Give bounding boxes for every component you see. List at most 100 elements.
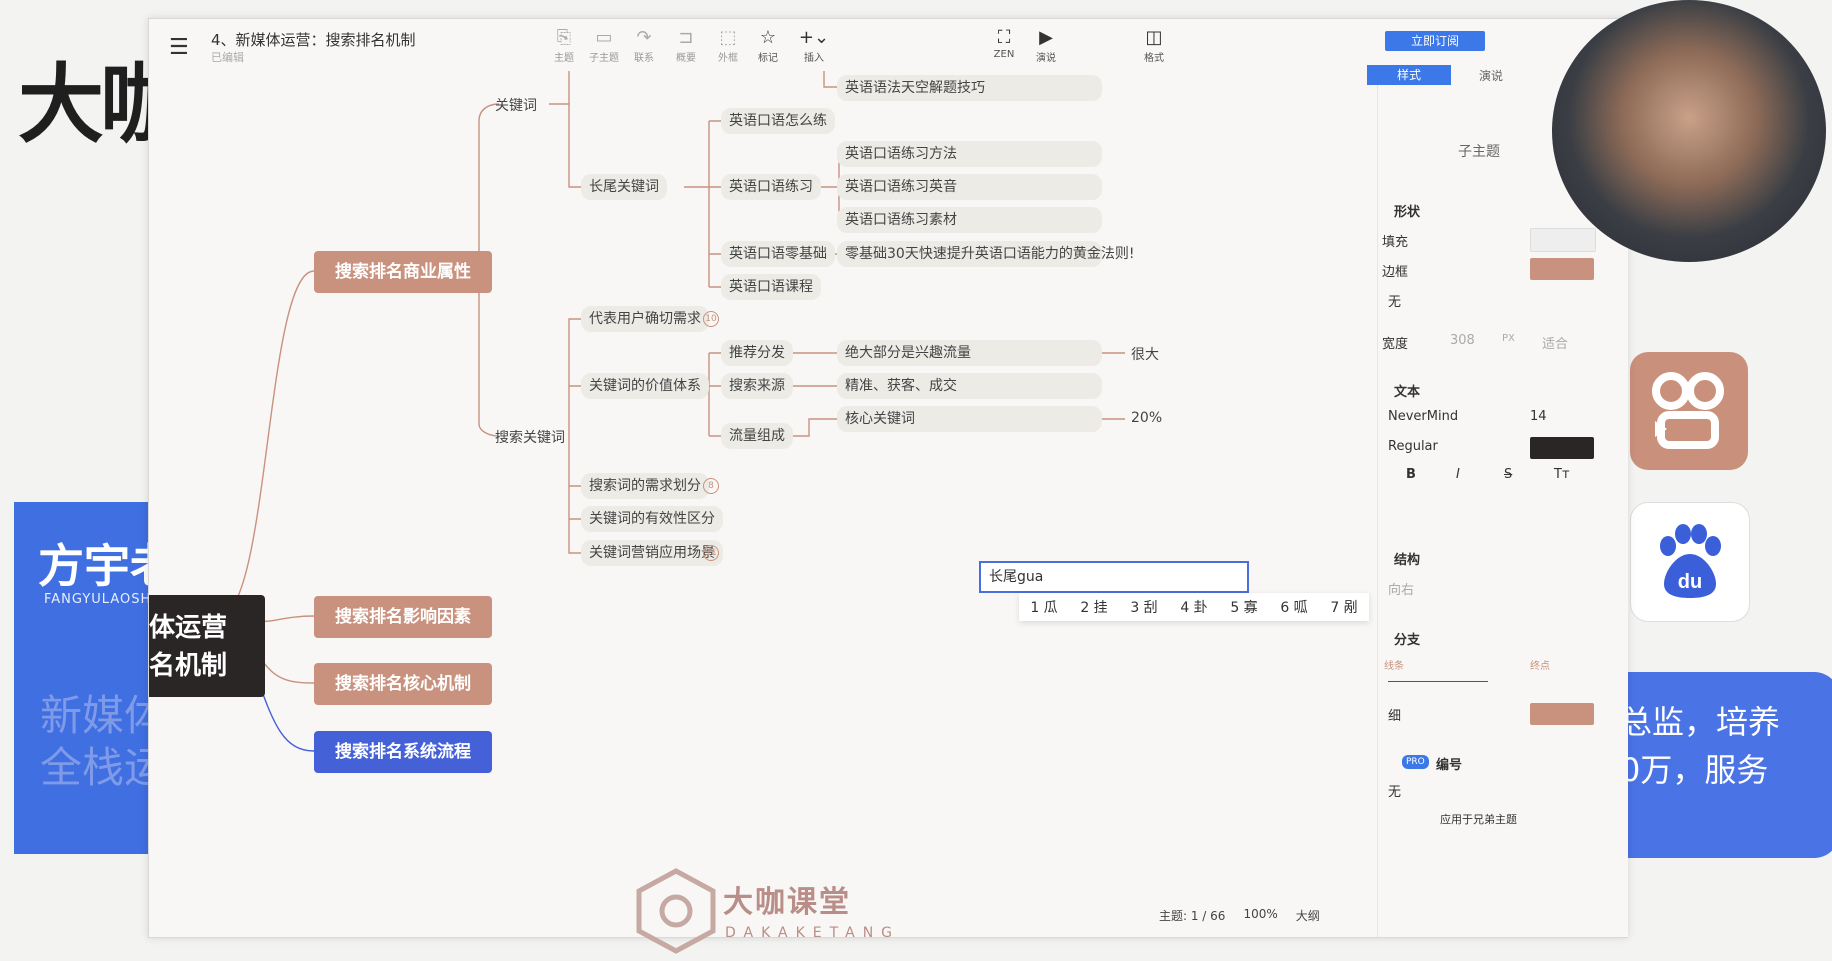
italic-button[interactable]: I: [1456, 467, 1460, 482]
ime-candidate[interactable]: 3 刮: [1119, 597, 1169, 617]
toolbar-insert-button[interactable]: +⌄ 插入: [791, 27, 837, 64]
topic-speak-zero[interactable]: 英语口语零基础: [721, 241, 835, 267]
teacher-pinyin: FANGYULAOSHI: [44, 592, 157, 607]
fill-label: 填充: [1382, 235, 1409, 250]
strike-button[interactable]: S: [1504, 467, 1512, 482]
document-status: 已编辑: [211, 51, 244, 64]
toolbar-pitch-button[interactable]: ▶ 演说: [1023, 27, 1069, 64]
topic-practice-method[interactable]: 英语口语练习方法: [837, 141, 1102, 167]
tab-style[interactable]: 样式: [1367, 65, 1451, 85]
topic-need-division[interactable]: 搜索词的需求划分: [581, 473, 709, 499]
topic-keyword[interactable]: 关键词: [495, 95, 537, 115]
root-topic[interactable]: 体运营 名机制: [149, 595, 265, 697]
border-color-swatch[interactable]: [1530, 258, 1594, 280]
watermark-brand: 大咖课堂: [723, 885, 851, 920]
topic-golden-rule[interactable]: 零基础30天快速提升英语口语能力的黄金法则!: [837, 241, 1134, 267]
text-case-button[interactable]: Tт: [1554, 467, 1570, 482]
ime-candidate[interactable]: 2 挂: [1069, 597, 1119, 617]
numbering-select[interactable]: 无: [1388, 781, 1401, 800]
toolbar-summary-button[interactable]: ⊐ 概要: [663, 27, 709, 64]
width-label: 宽度: [1382, 337, 1409, 352]
baidu-logo-icon: du: [1630, 502, 1750, 622]
zoom-level[interactable]: 100%: [1243, 907, 1277, 924]
play-icon: ▶: [1039, 27, 1053, 48]
topic-grammar-tips[interactable]: 英语语法天空解题技巧: [837, 75, 1102, 101]
topic-recommend[interactable]: 推荐分发: [721, 340, 793, 366]
topic-speak-how[interactable]: 英语口语怎么练: [721, 108, 835, 134]
collapsed-count-badge[interactable]: 11: [703, 545, 719, 561]
topic-marketing[interactable]: 关键词营销应用场景: [581, 540, 723, 566]
text-section-title[interactable]: 文本: [1394, 381, 1420, 400]
topic-speak-course[interactable]: 英语口语课程: [721, 274, 821, 300]
status-bar: 主题: 1 / 66 100% 大纲: [1159, 907, 1320, 924]
apply-siblings-option[interactable]: 应用于兄弟主题: [1440, 811, 1517, 827]
pro-badge: PRO: [1402, 755, 1429, 769]
topic-precise[interactable]: 精准、获客、成交: [837, 373, 1102, 399]
text-color-swatch[interactable]: [1530, 437, 1594, 459]
ime-candidate[interactable]: 6 呱: [1269, 597, 1319, 617]
mindmap-app-window: ☰ 4、新媒体运营：搜索排名机制 已编辑 ⎘ 主题 ▭ 子主题 ↷ 联系 ⊐ 概要 ⬚ 外…: [148, 18, 1628, 954]
font-size-select[interactable]: 14: [1530, 409, 1547, 424]
branch-factors[interactable]: 搜索排名影响因素: [314, 596, 492, 638]
subtopic-style-label: 子主题: [1458, 144, 1500, 160]
mindmap-canvas[interactable]: 体运营 名机制 搜索排名商业属性 搜索排名影响因素 搜索排名核心机制 搜索排名系…: [149, 71, 1377, 954]
numbering-section-title[interactable]: 编号: [1436, 754, 1462, 773]
topic-traffic[interactable]: 流量组成: [721, 423, 793, 449]
topic-count: 主题: 1 / 66: [1159, 909, 1226, 923]
structure-section-title[interactable]: 结构: [1394, 549, 1420, 568]
line-style-select[interactable]: [1388, 681, 1488, 682]
branch-commercial[interactable]: 搜索排名商业属性: [314, 251, 492, 293]
svg-text:du: du: [1678, 571, 1702, 593]
border-style-select[interactable]: 无: [1388, 291, 1401, 310]
ime-candidate[interactable]: 7 剐: [1319, 597, 1369, 617]
toolbar-zen-button[interactable]: ⛶ ZEN: [981, 27, 1027, 60]
topic-search-source[interactable]: 搜索来源: [721, 373, 793, 399]
collapsed-count-badge[interactable]: 8: [703, 478, 719, 494]
topic-value-system[interactable]: 关键词的价值体系: [581, 373, 709, 399]
kuaishou-logo-icon: [1630, 352, 1748, 470]
toolbar-format-button[interactable]: ◫ 格式: [1131, 27, 1177, 64]
relation-icon: ↷: [636, 27, 652, 48]
document-title: 4、新媒体运营：搜索排名机制: [211, 31, 416, 49]
tab-pitch[interactable]: 演说: [1479, 67, 1503, 84]
topic-interest-traffic[interactable]: 绝大部分是兴趣流量: [837, 340, 1102, 366]
branch-color-swatch[interactable]: [1530, 703, 1594, 725]
topic-user-need[interactable]: 代表用户确切需求: [581, 306, 709, 332]
topic-edit-input[interactable]: 长尾gua: [979, 561, 1249, 593]
outline-button[interactable]: 大纲: [1296, 907, 1320, 924]
topic-core-keyword[interactable]: 核心关键词: [837, 406, 1102, 432]
ime-candidate[interactable]: 1 瓜: [1019, 597, 1069, 617]
topic-very-large[interactable]: 很大: [1131, 344, 1159, 364]
font-family-select[interactable]: NeverMind: [1388, 409, 1458, 424]
structure-select[interactable]: 向右: [1388, 579, 1414, 598]
width-fit-button[interactable]: 适合: [1542, 333, 1568, 352]
subscribe-button[interactable]: 立即订阅: [1385, 31, 1485, 51]
font-weight-select[interactable]: Regular: [1388, 439, 1438, 454]
star-icon: ☆: [759, 27, 777, 48]
slide-right-text: 总监，培养 0万，服务: [1620, 703, 1781, 789]
ime-candidate-bar[interactable]: 1 瓜 2 挂 3 刮 4 卦 5 寡 6 呱 7 剐: [1019, 593, 1369, 621]
toolbar-relation-button[interactable]: ↷ 联系: [621, 27, 667, 64]
ime-candidate[interactable]: 5 寡: [1219, 597, 1269, 617]
topic-longtail[interactable]: 长尾关键词: [581, 174, 667, 200]
topic-practice-material[interactable]: 英语口语练习素材: [837, 207, 1102, 233]
watermark-pinyin: DAKAKETANG: [725, 925, 901, 941]
branch-section-title[interactable]: 分支: [1394, 629, 1420, 648]
branch-core[interactable]: 搜索排名核心机制: [314, 663, 492, 705]
hamburger-menu-icon[interactable]: ☰: [169, 35, 189, 60]
toolbar-marker-button[interactable]: ☆ 标记: [745, 27, 791, 64]
topic-validity[interactable]: 关键词的有效性区分: [581, 506, 723, 532]
fill-color-swatch[interactable]: [1530, 228, 1596, 252]
zen-icon: ⛶: [997, 27, 1011, 48]
collapsed-count-badge[interactable]: 10: [703, 311, 719, 327]
ime-candidate[interactable]: 4 卦: [1169, 597, 1219, 617]
topic-practice-accent[interactable]: 英语口语练习英音: [837, 174, 1102, 200]
topic-speak-practice[interactable]: 英语口语练习: [721, 174, 821, 200]
shape-section-title[interactable]: 形状: [1394, 201, 1420, 220]
topic-search-keyword[interactable]: 搜索关键词: [495, 427, 565, 447]
branch-process[interactable]: 搜索排名系统流程: [314, 731, 492, 773]
width-input[interactable]: 308: [1450, 333, 1475, 348]
line-thickness-select[interactable]: 细: [1388, 705, 1401, 724]
bold-button[interactable]: B: [1406, 467, 1416, 482]
topic-percent[interactable]: 20%: [1131, 410, 1162, 426]
